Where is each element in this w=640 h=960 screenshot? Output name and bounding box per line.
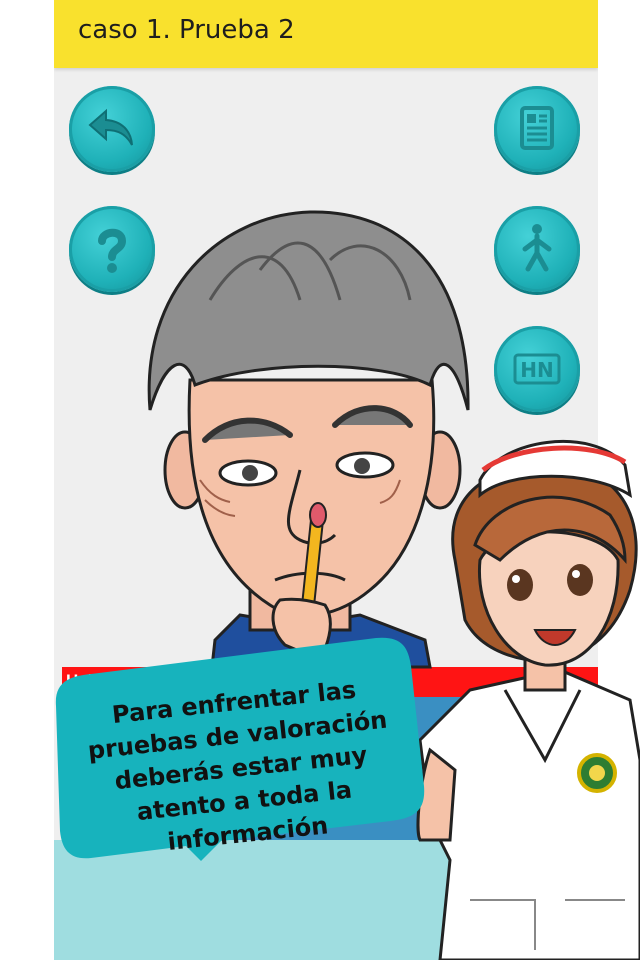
nurse-illustration [416,440,640,960]
speech-bubble: Para enfrentar las pruebas de valoración… [46,636,426,862]
speech-bubble-text: Para enfrentar las pruebas de valoración… [68,669,413,868]
patient-illustration [147,210,470,669]
